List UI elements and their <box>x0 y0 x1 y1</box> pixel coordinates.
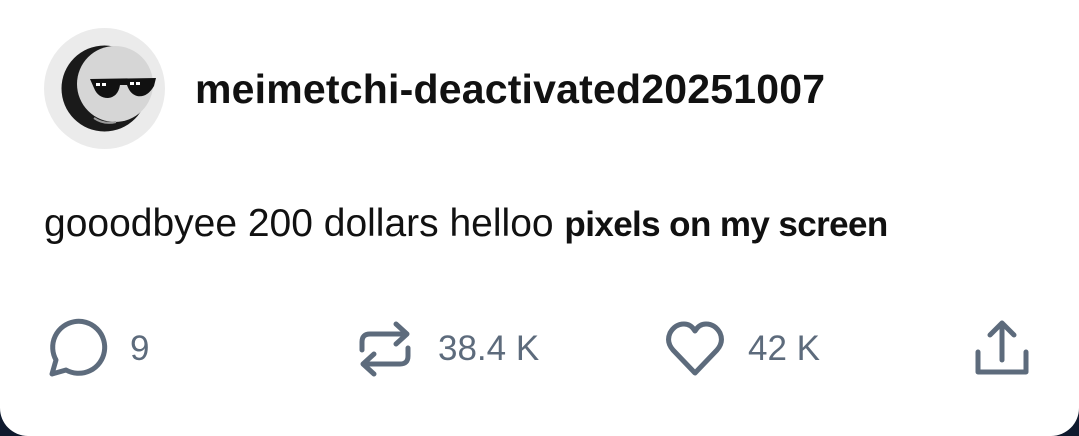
avatar[interactable] <box>44 28 165 149</box>
post-card: meimetchi-deactivated20251007 gooodbyee … <box>0 0 1079 436</box>
moon-sunglasses-avatar-icon <box>61 45 156 132</box>
speech-bubble-icon <box>49 318 108 377</box>
share-button[interactable] <box>970 314 1034 384</box>
share-upload-icon <box>975 320 1029 375</box>
post-body-text: gooodbyee 200 dollars helloo <box>44 202 554 245</box>
username[interactable]: meimetchi-deactivated20251007 <box>195 64 825 114</box>
reblog-icon <box>359 321 411 377</box>
post-body: gooodbyee 200 dollars helloo pixels on m… <box>44 196 888 253</box>
like-button[interactable]: 42 K <box>664 314 820 384</box>
like-count: 42 K <box>748 329 820 368</box>
post-body-bold-text: pixels on my screen <box>564 205 888 244</box>
reblog-button[interactable]: 38.4 K <box>354 314 539 384</box>
reply-count: 9 <box>130 329 150 368</box>
heart-icon <box>666 321 724 376</box>
reblog-count: 38.4 K <box>438 329 540 368</box>
reply-button[interactable]: 9 <box>42 314 149 384</box>
